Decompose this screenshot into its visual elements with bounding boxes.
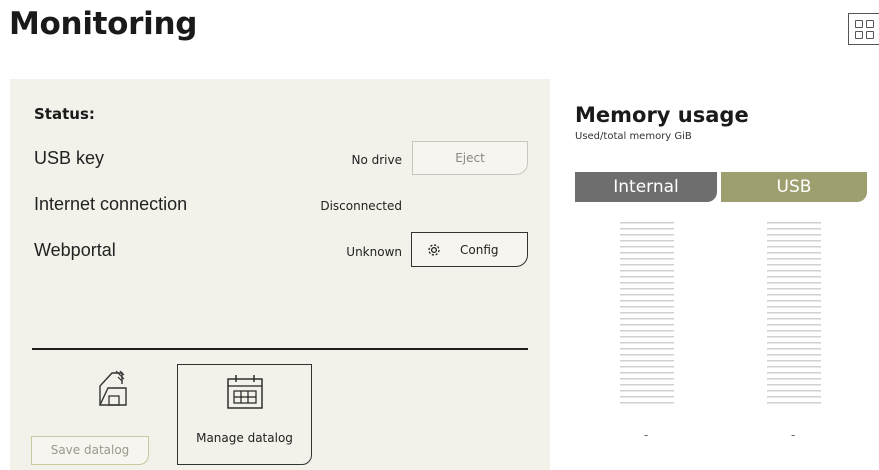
memory-usage-title: Memory usage bbox=[575, 103, 749, 127]
usb-memory-value: - bbox=[791, 428, 796, 442]
webportal-label: Webportal bbox=[34, 240, 116, 260]
save-datalog-button[interactable]: Save datalog bbox=[31, 436, 149, 465]
status-heading: Status: bbox=[34, 105, 95, 123]
manage-datalog-button[interactable]: Manage datalog bbox=[177, 364, 312, 465]
internet-connection-label: Internet connection bbox=[34, 194, 188, 214]
manage-datalog-label: Manage datalog bbox=[196, 431, 293, 445]
status-panel: Status: USB key No drive Eject Internet … bbox=[10, 79, 550, 470]
gear-icon bbox=[428, 244, 440, 256]
memory-usage-subtitle: Used/total memory GiB bbox=[575, 131, 692, 142]
usb-key-value: No drive bbox=[351, 153, 402, 167]
tab-usb[interactable]: USB bbox=[721, 172, 867, 202]
config-button[interactable]: Config bbox=[411, 232, 528, 267]
eject-button[interactable]: Eject bbox=[412, 141, 528, 175]
section-divider bbox=[32, 348, 528, 350]
calendar-icon bbox=[227, 375, 263, 409]
internal-memory-bar bbox=[620, 222, 674, 408]
floppy-save-icon[interactable] bbox=[96, 368, 130, 408]
webportal-value: Unknown bbox=[346, 245, 402, 259]
internal-memory-value: - bbox=[644, 428, 649, 442]
config-button-label: Config bbox=[460, 243, 499, 257]
grid-view-button[interactable] bbox=[848, 13, 879, 45]
usb-key-label: USB key bbox=[34, 148, 105, 168]
page-title: Monitoring bbox=[9, 6, 198, 42]
usb-memory-bar bbox=[767, 222, 821, 408]
internet-connection-value: Disconnected bbox=[320, 199, 402, 213]
tab-internal[interactable]: Internal bbox=[575, 172, 717, 202]
